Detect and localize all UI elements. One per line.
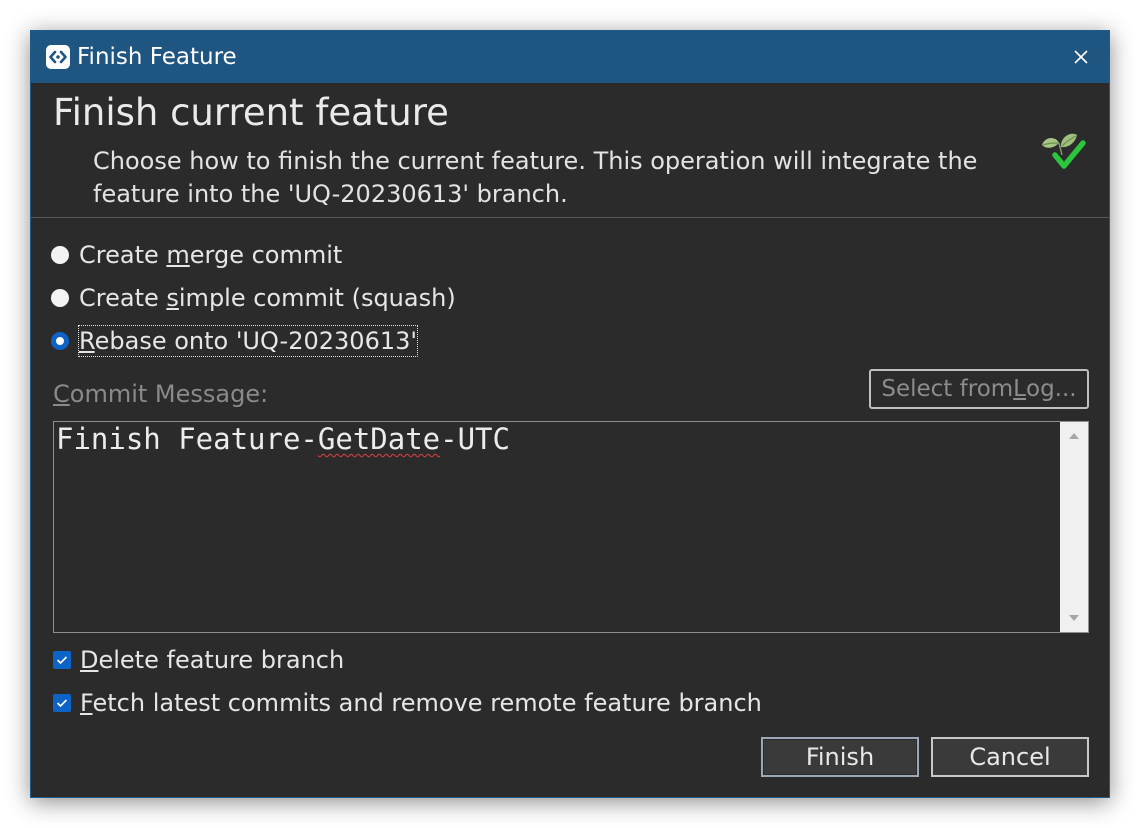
vertical-scrollbar[interactable]	[1060, 422, 1088, 632]
squash-commit-radio[interactable]	[51, 289, 69, 307]
finish-button[interactable]: Finish	[761, 737, 919, 777]
window-title: Finish Feature	[77, 44, 237, 70]
fetch-latest-label: Fetch latest commits and remove remote f…	[80, 689, 762, 717]
scroll-down-arrow-icon	[1069, 615, 1079, 621]
commit-message-textarea[interactable]: Finish Feature-GetDate-UTC	[53, 421, 1089, 633]
misspelled-word: GetDate	[317, 422, 441, 456]
leaves-checkmark-icon	[1042, 133, 1086, 169]
scroll-up-arrow-icon	[1069, 433, 1079, 439]
app-logo-icon	[46, 45, 70, 69]
title-bar[interactable]: Finish Feature	[31, 31, 1109, 83]
delete-feature-branch-label: Delete feature branch	[80, 646, 345, 674]
squash-commit-option[interactable]: Create simple commit (squash)	[51, 281, 456, 315]
select-from-log-button[interactable]: Select from Log...	[869, 369, 1089, 409]
delete-feature-branch-checkbox[interactable]	[53, 651, 71, 669]
commit-message-text: Finish Feature-GetDate-UTC	[56, 422, 510, 456]
finish-feature-dialog: Finish Feature Finish current feature Ch…	[30, 30, 1110, 798]
merge-commit-radio[interactable]	[51, 246, 69, 264]
page-title: Finish current feature	[53, 91, 449, 134]
checkmark-icon	[56, 656, 68, 665]
commit-message-label: Commit Message:	[53, 380, 269, 408]
rebase-label: Rebase onto 'UQ-20230613'	[78, 325, 418, 357]
cancel-button[interactable]: Cancel	[931, 737, 1089, 777]
rebase-radio[interactable]	[51, 332, 69, 350]
rebase-option[interactable]: Rebase onto 'UQ-20230613'	[51, 324, 418, 358]
scroll-down-button[interactable]	[1060, 604, 1088, 632]
squash-commit-label: Create simple commit (squash)	[79, 284, 456, 312]
fetch-latest-option[interactable]: Fetch latest commits and remove remote f…	[53, 686, 762, 720]
merge-commit-option[interactable]: Create merge commit	[51, 238, 342, 272]
close-button[interactable]	[1059, 37, 1103, 77]
merge-commit-label: Create merge commit	[79, 241, 343, 269]
header-banner: Finish current feature Choose how to fin…	[31, 83, 1109, 218]
checkmark-icon	[56, 699, 68, 708]
fetch-latest-checkbox[interactable]	[53, 694, 71, 712]
close-icon	[1074, 50, 1088, 64]
delete-feature-branch-option[interactable]: Delete feature branch	[53, 643, 344, 677]
header-description: Choose how to finish the current feature…	[93, 147, 978, 208]
scroll-up-button[interactable]	[1060, 422, 1088, 450]
